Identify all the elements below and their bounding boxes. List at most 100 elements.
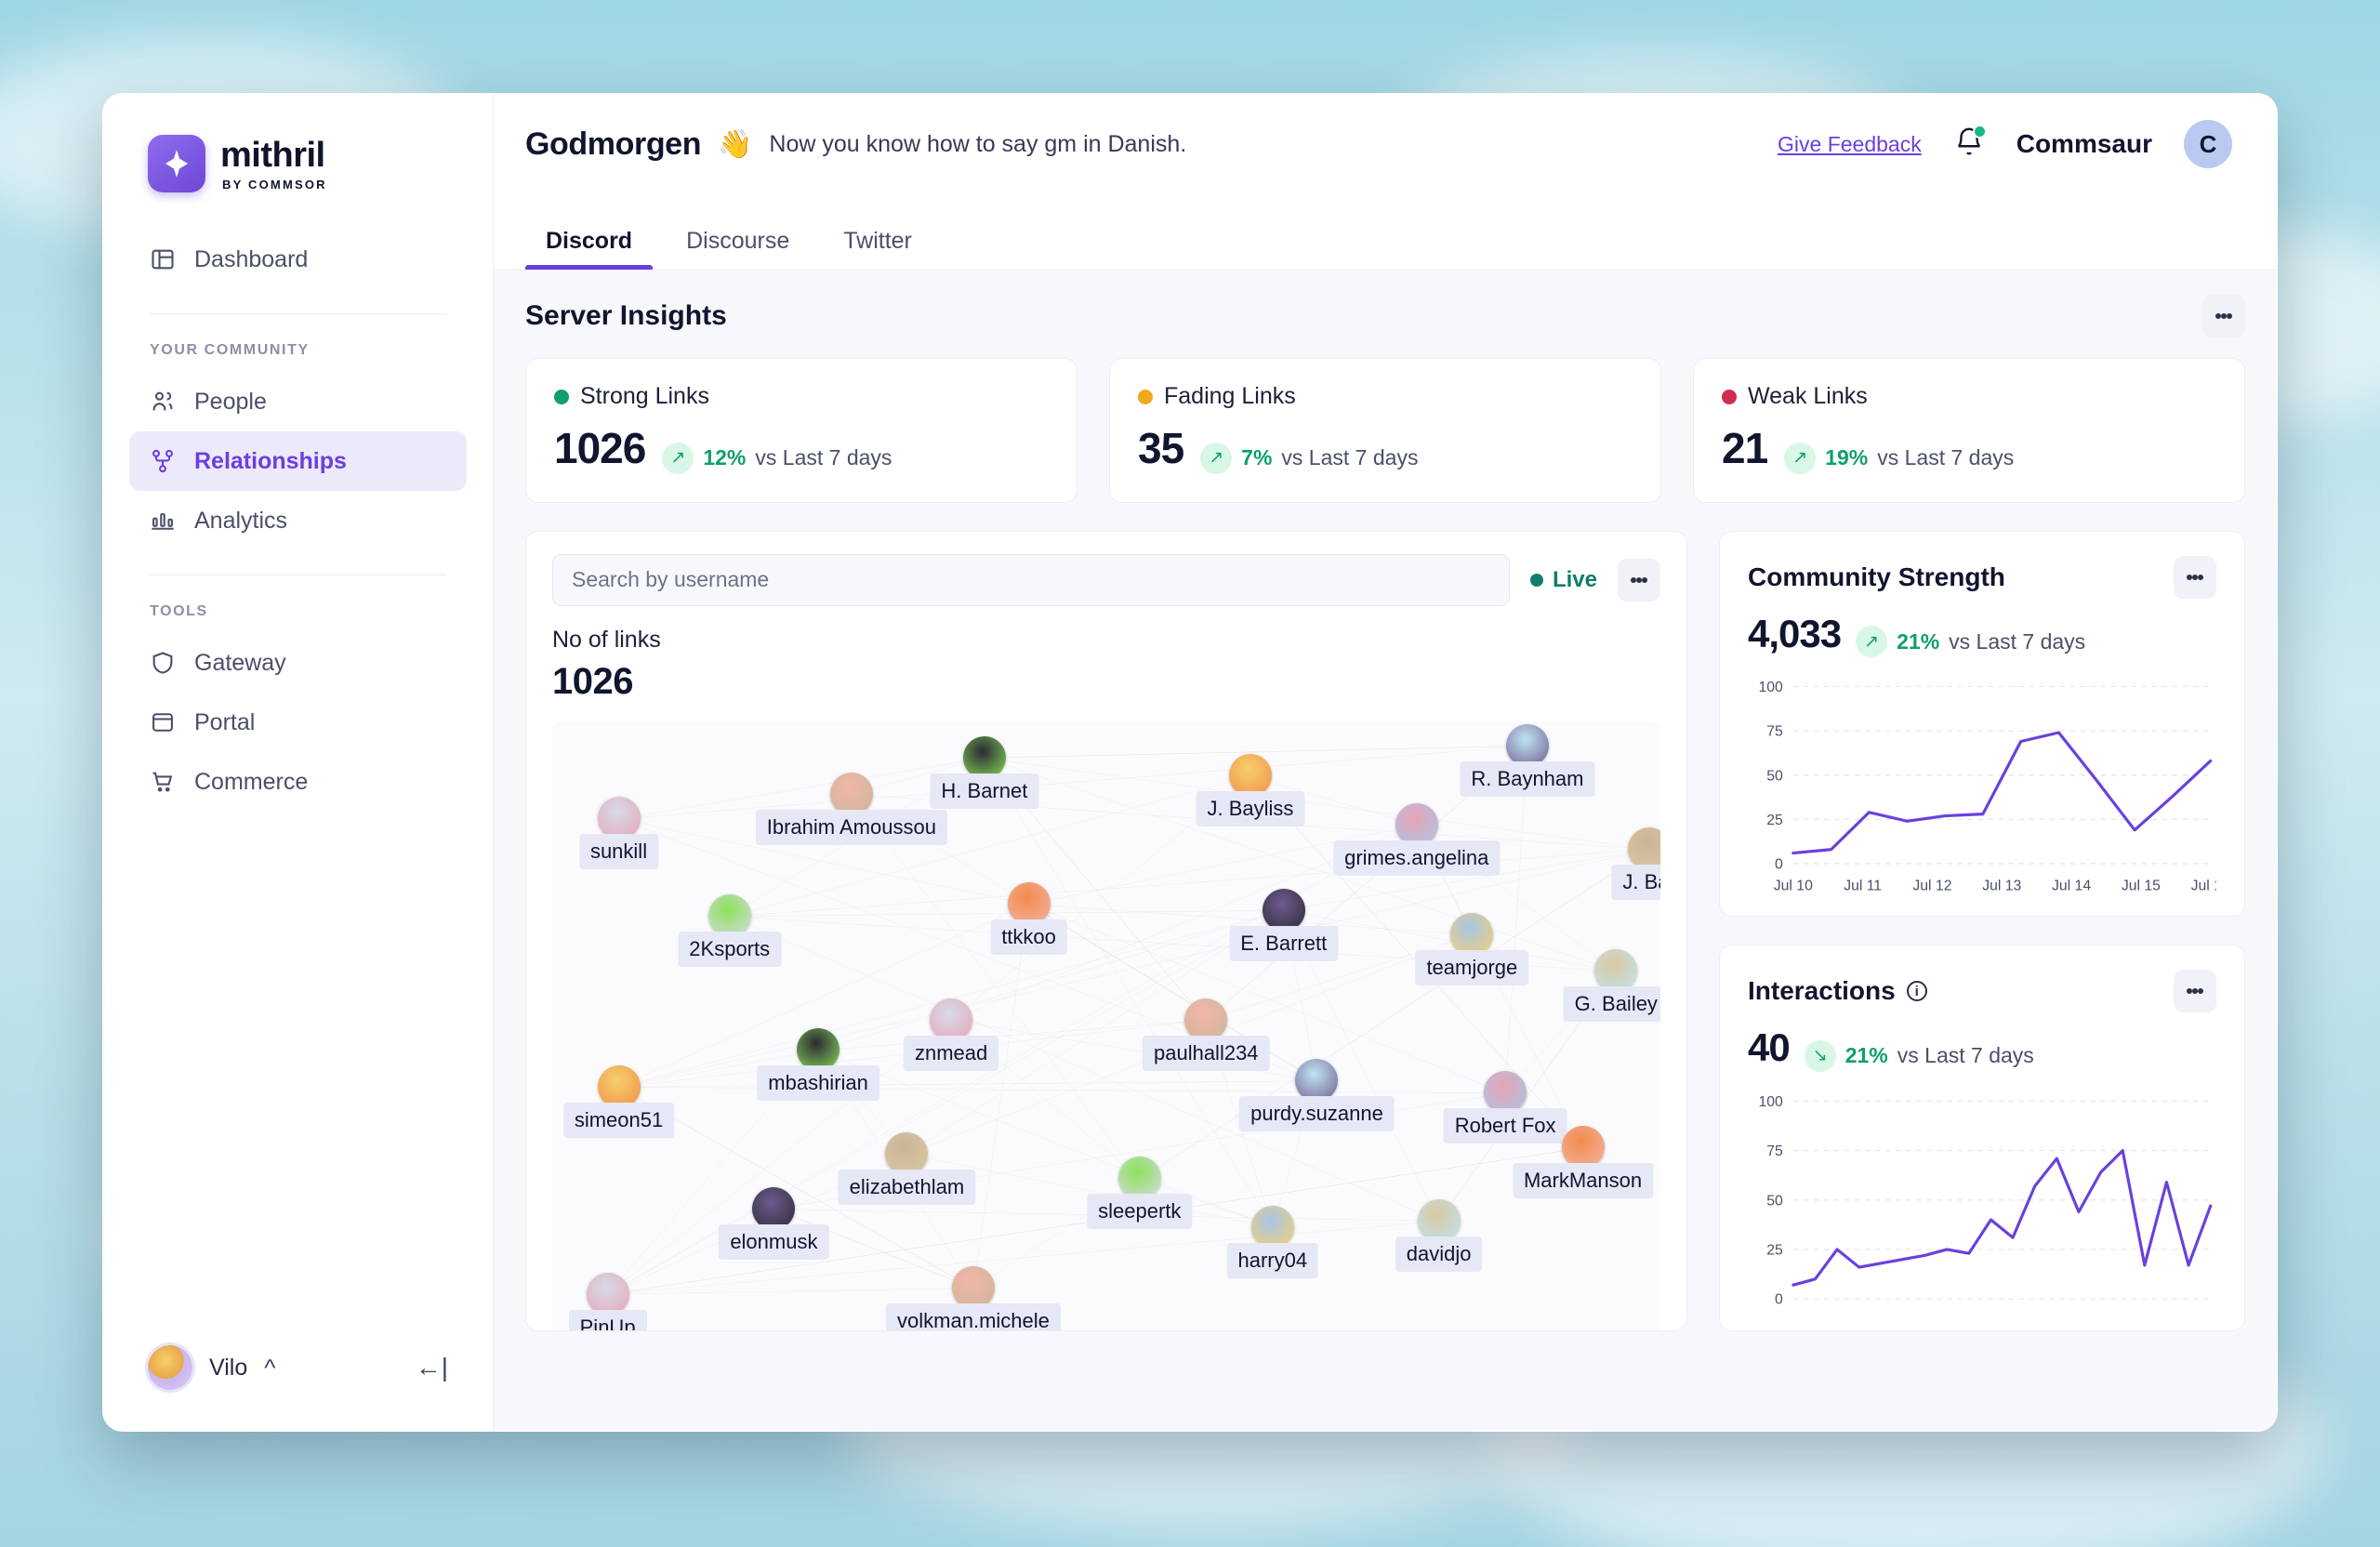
chevron-up-icon[interactable]: ^ — [264, 1354, 275, 1382]
graph-node[interactable]: mbashirian — [757, 1028, 879, 1102]
graph-node[interactable]: ttkkoo — [990, 882, 1067, 956]
user-avatar[interactable]: C — [2184, 120, 2232, 168]
graph-node-label: elonmusk — [719, 1223, 829, 1260]
right-column: Community Strength 4,033 ↗ 21% vs Last 7… — [1719, 530, 2245, 1331]
graph-node[interactable]: 2Ksports — [678, 894, 782, 968]
svg-text:0: 0 — [1775, 857, 1783, 873]
svg-text:75: 75 — [1766, 724, 1783, 740]
graph-node[interactable]: Robert Fox — [1443, 1071, 1567, 1144]
stat-change-period: vs Last 7 days — [1281, 445, 1419, 469]
graph-node[interactable]: Ibrahim Amoussou — [755, 773, 947, 846]
graph-node[interactable]: harry04 — [1226, 1205, 1319, 1278]
graph-node[interactable]: davidjo — [1395, 1199, 1483, 1272]
notification-badge — [1972, 124, 1987, 139]
relationship-graph-panel: Live No of links 1026 sunkill Ibrahim Amo… — [525, 530, 1687, 1331]
graph-node[interactable]: MarkManson — [1512, 1126, 1654, 1199]
relationships-icon — [152, 449, 173, 473]
svg-text:Jul 13: Jul 13 — [1982, 878, 2021, 893]
graph-node[interactable]: R. Baynham — [1460, 723, 1595, 797]
sidebar-item-label: Analytics — [194, 507, 288, 534]
tab-twitter[interactable]: Twitter — [823, 228, 932, 270]
graph-node[interactable]: volkman.michele — [886, 1266, 1061, 1330]
status-dot — [1138, 389, 1153, 404]
sidebar-item-commerce[interactable]: Commerce — [129, 752, 467, 812]
graph-node-label: grimes.angelina — [1333, 840, 1501, 876]
graph-node[interactable]: PinUp — [568, 1272, 647, 1330]
brand-logo[interactable]: mithril BY COMMSOR — [103, 94, 493, 192]
graph-node[interactable]: J. Bar — [1611, 827, 1660, 901]
graph-node-label: ttkkoo — [990, 919, 1067, 956]
graph-node[interactable]: paulhall234 — [1142, 998, 1270, 1071]
graph-node[interactable]: H. Barnet — [930, 735, 1039, 809]
stat-change-pct: 19% — [1825, 445, 1869, 469]
graph-node[interactable]: simeon51 — [562, 1064, 675, 1138]
network-graph[interactable]: sunkill Ibrahim Amoussou H. Barnet J. Bayli… — [552, 721, 1660, 1330]
section-menu-button[interactable] — [2202, 295, 2245, 337]
notifications-button[interactable] — [1953, 124, 1987, 163]
svg-text:25: 25 — [1766, 1242, 1783, 1258]
status-dot — [1722, 389, 1737, 404]
graph-node-label: R. Baynham — [1460, 760, 1595, 797]
sidebar-item-portal[interactable]: Portal — [129, 693, 467, 752]
sidebar-item-gateway[interactable]: Gateway — [129, 633, 467, 693]
graph-node[interactable]: elizabethlam — [838, 1131, 976, 1205]
sidebar-item-people[interactable]: People — [129, 372, 467, 431]
tab-discourse[interactable]: Discourse — [666, 228, 810, 270]
avatar[interactable] — [148, 1345, 192, 1390]
svg-text:Jul 11: Jul 11 — [1844, 878, 1882, 893]
svg-text:Jul 16: Jul 16 — [2191, 878, 2216, 893]
community-strength-card: Community Strength 4,033 ↗ 21% vs Last 7… — [1719, 530, 2245, 918]
graph-node[interactable]: sleepertk — [1087, 1157, 1193, 1230]
graph-node[interactable]: grimes.angelina — [1333, 802, 1501, 876]
svg-text:Jul 12: Jul 12 — [1912, 878, 1951, 893]
interactions-menu-button[interactable] — [2174, 970, 2216, 1013]
chart-change-pct: 21% — [1897, 628, 1940, 654]
graph-node[interactable]: E. Barrett — [1229, 888, 1339, 961]
tab-discord[interactable]: Discord — [525, 228, 654, 270]
sidebar-item-relationships[interactable]: Relationships — [129, 431, 467, 491]
line-chart: 0 25 50 75 100 Jul 10 Jul 11 Jul 12 Jul 13 Jul 14… — [1759, 680, 2216, 893]
graph-node-label: davidjo — [1395, 1236, 1483, 1272]
chart-title: Interactions i — [1748, 976, 1927, 1006]
graph-node[interactable]: znmead — [903, 998, 999, 1071]
community-strength-plot: 0 25 50 75 100 Jul 10 Jul 11 Jul 12 Jul 13 Jul 14… — [1748, 678, 2216, 897]
trend-up-icon: ↗ — [1856, 626, 1888, 657]
graph-node-label: elizabethlam — [838, 1169, 976, 1205]
svg-text:Jul 14: Jul 14 — [2052, 878, 2091, 893]
stat-label: Weak Links — [1748, 383, 1868, 409]
graph-node[interactable]: G. Bailey — [1563, 949, 1660, 1023]
graph-node-label: MarkManson — [1512, 1163, 1654, 1199]
graph-node[interactable]: purdy.suzanne — [1239, 1059, 1395, 1132]
trend-up-icon: ↗ — [1200, 442, 1233, 474]
chart-change-pct: 21% — [1844, 1043, 1888, 1068]
line-chart: 0 25 50 75 100 — [1759, 1094, 2213, 1307]
graph-node-label: harry04 — [1226, 1242, 1319, 1278]
graph-node[interactable]: elonmusk — [719, 1186, 829, 1260]
links-count-value: 1026 — [552, 660, 633, 702]
graph-node-label: volkman.michele — [886, 1303, 1061, 1330]
give-feedback-link[interactable]: Give Feedback — [1778, 132, 1922, 157]
sidebar-item-label: Dashboard — [194, 245, 309, 272]
section-header: Server Insights — [525, 295, 2245, 337]
graph-node[interactable]: J. Bayliss — [1196, 754, 1305, 827]
info-icon[interactable]: i — [1906, 981, 1927, 1002]
graph-menu-button[interactable] — [1618, 558, 1660, 602]
main-area: Godmorgen 👋 Now you know how to say gm i… — [494, 94, 2277, 1431]
stat-card-fading-links: Fading Links 35 ↗ 7% vs Last 7 days — [1109, 358, 1661, 503]
status-dot — [554, 389, 569, 404]
links-count-label: No of links — [552, 626, 661, 653]
chart-change-period: vs Last 7 days — [1949, 628, 2086, 654]
graph-node-label: Ibrahim Amoussou — [755, 810, 947, 846]
stat-value: 1026 — [554, 424, 646, 472]
shield-icon — [152, 652, 173, 674]
portal-icon — [152, 713, 173, 732]
community-strength-menu-button[interactable] — [2174, 555, 2216, 599]
page-title: Server Insights — [525, 300, 727, 331]
search-input[interactable] — [552, 553, 1510, 606]
graph-node[interactable]: teamjorge — [1415, 912, 1529, 985]
sidebar-item-analytics[interactable]: Analytics — [129, 491, 467, 550]
graph-node[interactable]: sunkill — [578, 797, 659, 870]
graph-node-label: J. Bayliss — [1196, 791, 1305, 827]
collapse-sidebar-button[interactable]: ←| — [416, 1353, 448, 1382]
sidebar-item-dashboard[interactable]: Dashboard — [129, 230, 467, 289]
